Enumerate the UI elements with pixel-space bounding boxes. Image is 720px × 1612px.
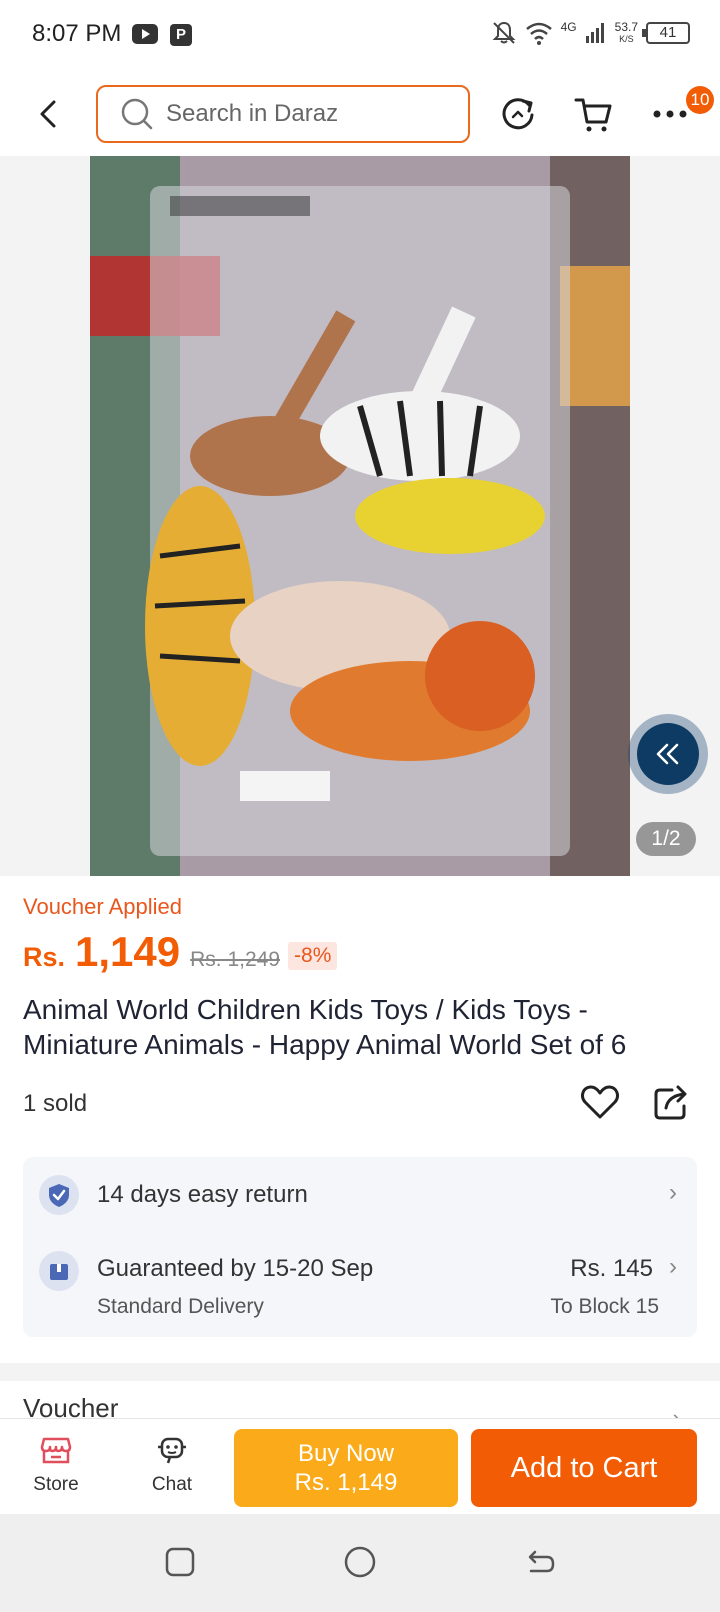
refresh-icon [502,98,534,130]
more-icon [653,110,687,118]
refresh-button[interactable] [496,92,540,136]
add-to-cart-button[interactable]: Add to Cart [471,1429,697,1507]
net-speed: 53.7 K/S [615,21,638,45]
collapse-button[interactable] [628,714,708,794]
buy-now-price: Rs. 1,149 [294,1469,398,1496]
voucher-applied-label: Voucher Applied [23,894,183,919]
heart-icon [581,1085,619,1119]
share-button[interactable] [652,1082,692,1122]
product-title: Animal World Children Kids Toys / Kids T… [23,994,627,1060]
recents-button[interactable] [160,1542,200,1582]
buy-now-button[interactable]: Buy Now Rs. 1,149 [234,1429,458,1507]
p-app-icon: P [170,24,192,46]
store-label: Store [33,1474,79,1495]
product-gallery[interactable]: 1/2 [0,156,720,876]
chevron-right-icon[interactable]: › [673,1405,680,1419]
chat-button[interactable]: Chat [132,1435,212,1496]
return-policy-row[interactable]: 14 days easy return [97,1181,308,1209]
top-header: Search in Daraz [0,74,720,156]
net-speed-value: 53.7 [614,20,638,34]
package-icon [50,1264,68,1280]
youtube-icon [132,24,158,44]
chevron-right-icon[interactable]: › [669,1253,677,1281]
product-image [90,156,630,876]
discount-badge: -8% [288,942,338,970]
cart-badge: 10 [686,86,714,114]
status-bar: 8:07 PM P 4G 53.7 K/S 41 [0,0,720,74]
section-divider [0,1363,720,1381]
delivery-card: 14 days easy return › Guaranteed by 15-2… [23,1157,697,1337]
price-currency: Rs. [23,942,66,972]
signal-icon [585,23,604,43]
status-time: 8:07 PM [32,20,122,47]
delivery-guarantee[interactable]: Guaranteed by 15-20 Sep [97,1255,373,1283]
net-speed-unit: K/S [619,34,634,44]
search-input[interactable]: Search in Daraz [96,85,470,143]
product-photo-illustration [90,156,630,876]
return-icon-wrap [39,1175,79,1215]
bottom-action-bar: Store Chat Buy Now Rs. 1,149 Add to Cart [0,1418,720,1514]
back-icon [40,100,56,128]
search-icon [121,98,153,130]
cart-icon [574,98,612,132]
back-nav-button[interactable] [520,1542,560,1582]
image-counter: 1/2 [636,822,696,856]
sold-count: 1 sold [23,1090,88,1117]
price-row: Rs. 1,149 Rs. 1,249 -8% [23,928,338,976]
chat-icon [158,1437,186,1464]
buy-now-label: Buy Now [297,1440,395,1467]
price-value: 1,149 [75,928,181,975]
voucher-section-title: Voucher [23,1393,119,1419]
home-button[interactable] [340,1542,380,1582]
back-arrow-icon [528,1550,555,1573]
cart-button[interactable] [572,92,616,136]
store-button[interactable]: Store [16,1435,96,1496]
old-price: Rs. 1,249 [190,948,281,971]
store-icon [40,1437,72,1464]
system-nav-bar [0,1514,720,1612]
status-left-icons: P [132,24,192,46]
chevron-right-icon[interactable]: › [669,1179,677,1207]
delivery-location: To Block 15 [550,1295,659,1318]
delivery-icon-wrap [39,1251,79,1291]
collapse-button-inner [637,723,699,785]
delivery-fee: Rs. 145 [570,1255,653,1282]
search-placeholder: Search in Daraz [166,100,339,127]
delivery-type: Standard Delivery [97,1295,264,1318]
shield-check-icon [49,1184,69,1207]
wifi-icon [525,22,552,45]
wishlist-button[interactable] [580,1082,620,1122]
recents-icon [165,1547,195,1577]
home-icon [344,1546,376,1578]
network-gen: 4G [560,20,577,34]
share-icon [654,1085,687,1120]
battery-indicator: 41 [642,22,690,44]
status-right-icons: 4G 53.7 K/S 41 [491,20,690,46]
chat-label: Chat [151,1474,193,1495]
mute-icon [492,21,516,44]
double-chevron-left-icon [656,743,679,765]
back-button[interactable] [30,94,66,134]
